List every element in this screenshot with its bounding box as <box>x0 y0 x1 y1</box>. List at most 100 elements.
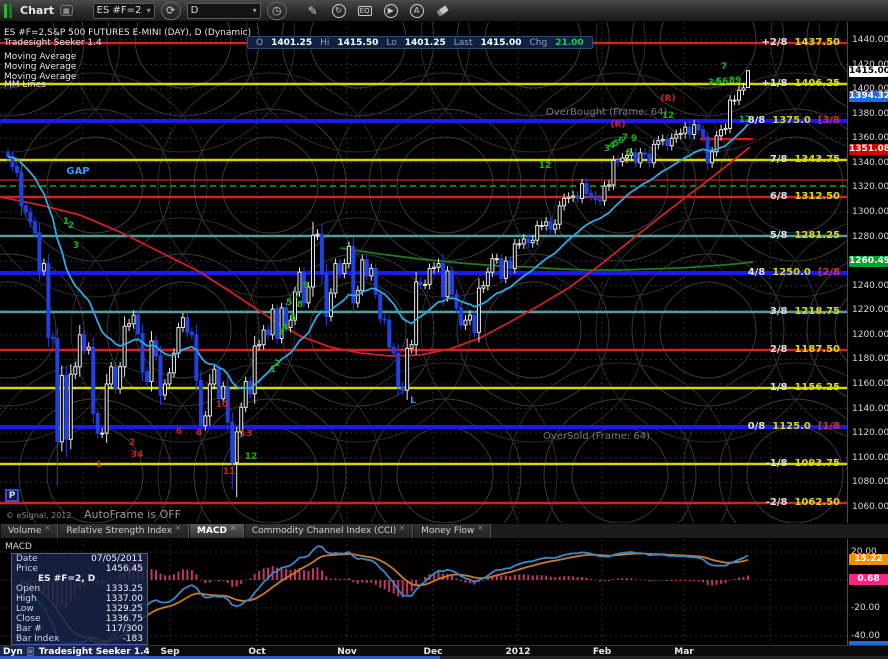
price-tag: 1415.00 <box>849 65 888 77</box>
toolbar: Chart ▦ ES #F=2 ▾ ⟳ D ▾ ◷ ✎ ↻ EQ ▶ A <box>0 0 888 22</box>
price-axis-label: 1380.00 <box>852 108 888 119</box>
tab-volume[interactable]: Volume × <box>0 524 59 538</box>
status-icon[interactable]: ≡ <box>26 647 34 656</box>
chevron-down-icon: ▾ <box>252 6 257 15</box>
price-axis-label: 1360.00 <box>852 133 888 144</box>
data-window-row: Open 1333.25 <box>16 584 143 594</box>
data-window-row: Bar #117/300 <box>16 624 143 634</box>
price-axis-label: 1300.00 <box>852 206 888 217</box>
svg-text:12: 12 <box>539 161 552 171</box>
redo-icon[interactable]: ↻ <box>329 2 349 20</box>
svg-text:5: 5 <box>286 298 292 308</box>
mm-level-row: 8/8 1375.0 [3/8 <box>747 115 840 126</box>
svg-text:1: 1 <box>96 460 102 470</box>
data-window-row: Date 07/05/2011 <box>16 554 143 564</box>
data-window-row: ES #F=2, D <box>38 574 96 584</box>
data-window-row: Close 1336.75 <box>16 614 143 624</box>
quote-label: Hi <box>320 37 330 48</box>
close-icon[interactable]: × <box>477 524 483 532</box>
svg-text:2: 2 <box>274 359 280 369</box>
time-icon[interactable]: ◷ <box>266 1 287 20</box>
indicator-tabs: Volume × Relative Strength Index × MACD × Comm… <box>0 523 888 539</box>
tab-macd[interactable]: MACD × <box>188 524 244 538</box>
window-badge-icon[interactable]: ▦ <box>60 5 73 16</box>
svg-text:8: 8 <box>297 300 303 310</box>
quote-label: Last <box>453 37 473 48</box>
mm-level-row: +1/8 1406.25 <box>761 78 841 89</box>
play-icon[interactable]: ▶ <box>381 2 401 20</box>
svg-text:10: 10 <box>216 400 229 410</box>
mm-level-row: 7/8 1343.75 <box>769 154 840 165</box>
auto-icon[interactable]: A <box>407 2 427 20</box>
chart-window: Chart ▦ ES #F=2 ▾ ⟳ D ▾ ◷ ✎ ↻ EQ ▶ A 1 2 3 12… <box>0 0 888 659</box>
price-axis-label: 1240.00 <box>852 280 888 291</box>
mm-level-row: -2/8 1062.50 <box>765 497 840 508</box>
price-axis-label: 1340.00 <box>852 157 888 168</box>
svg-text:56: 56 <box>716 77 729 87</box>
quote-value: 1401.25 <box>404 37 446 48</box>
svg-text:9: 9 <box>631 134 637 144</box>
price-tag: 1351.08 <box>849 144 888 156</box>
price-axis-label: 1160.00 <box>852 378 888 389</box>
tab-commodity-channel-index-cci-[interactable]: Commodity Channel Index (CCI) × <box>243 524 414 538</box>
tab-money-flow[interactable]: Money Flow × <box>413 524 492 538</box>
macd-axis[interactable]: 20.00 -20.00 -40.00 15.22 0.68 <box>847 539 888 645</box>
indicator-label: Moving Average <box>4 52 77 62</box>
macd-title: MACD <box>5 542 32 552</box>
svg-text:(R): (R) <box>610 120 625 130</box>
price-chart: 1231212345678912345678912 12345678912346 8… <box>0 22 847 523</box>
svg-text:8: 8 <box>626 148 632 158</box>
overbought-label: OverBought (Frame: 64) <box>546 107 668 118</box>
oversold-label: OverSold (Frame: 64) <box>543 431 651 442</box>
interval-select[interactable]: D ▾ <box>186 2 261 19</box>
svg-text:34: 34 <box>131 450 144 460</box>
price-tag: 1394.32 <box>849 91 888 103</box>
status-indicator-name: Tradesight Seeker 1.4 <box>38 646 150 657</box>
macd-axis-label: -20.00 <box>851 603 881 613</box>
moving-averages <box>0 146 754 357</box>
autoframe-status: AutoFrame is OFF <box>84 508 181 521</box>
macd-tag: 15.22 <box>849 553 888 565</box>
price-axis-label: 1440.00 <box>852 34 888 45</box>
quote-value: 1415.00 <box>480 37 522 48</box>
svg-text:2: 2 <box>129 438 135 448</box>
tab-relative-strength-index[interactable]: Relative Strength Index × <box>58 524 189 538</box>
svg-text:7: 7 <box>622 133 628 143</box>
page-badge[interactable]: P <box>5 489 19 502</box>
svg-text:12: 12 <box>245 452 258 462</box>
close-icon[interactable]: × <box>230 524 236 532</box>
close-icon[interactable]: × <box>175 524 181 532</box>
quote-value: 1401.25 <box>271 37 313 48</box>
price-axis-label: 1120.00 <box>852 428 888 439</box>
symbol-settings-icon[interactable]: ⟳ <box>160 1 181 20</box>
svg-text:13: 13 <box>240 429 253 439</box>
price-axis[interactable]: 1440.00 1420.00 1400.00 1380.00 1360.00 1340.… <box>847 22 888 523</box>
data-window-row: Price 1456.45 <box>16 564 143 574</box>
quote-bar: O 1401.25 Hi 1415.50 Lo 1401.25 Last 1415.00 Chg… <box>247 36 593 49</box>
symbol-select[interactable]: ES #F=2 ▾ <box>92 2 155 19</box>
svg-text:11: 11 <box>223 467 236 477</box>
data-window-row: Low 1329.25 <box>16 604 143 614</box>
svg-text:2: 2 <box>68 221 74 231</box>
svg-text:6: 6 <box>176 427 182 437</box>
quote-label: Lo <box>386 37 397 48</box>
close-icon[interactable]: × <box>44 524 50 532</box>
svg-text:89: 89 <box>729 76 742 86</box>
eraser-icon[interactable] <box>433 2 453 20</box>
price-axis-label: 1220.00 <box>852 305 888 316</box>
main-chart-canvas[interactable]: 1 2 3 12 1 2 3 4 5 6 7 8 9 12 3 4 5 6 7 8 9 12 12 34 56 7 89 1 2 34 6 8… <box>0 22 847 523</box>
page-indicator-icon <box>4 3 12 18</box>
svg-text:6: 6 <box>290 313 296 323</box>
svg-text:(R): (R) <box>660 94 675 104</box>
draw-pencil-icon[interactable]: ✎ <box>303 2 323 20</box>
mm-level-row: 6/8 1312.50 <box>769 191 840 202</box>
svg-text:7: 7 <box>721 62 727 72</box>
indicator-label: Moving Average <box>4 62 77 72</box>
price-axis-label: 1140.00 <box>852 403 888 414</box>
mm-level-row: +2/8 1437.50 <box>761 37 841 48</box>
macd-panel[interactable]: MACD Date 07/05/2011 Price 1456.45 ES #F=2, … <box>0 539 847 645</box>
price-axis-label: 1080.00 <box>852 477 888 488</box>
quote-box-icon[interactable]: EQ <box>355 2 375 20</box>
close-icon[interactable]: × <box>399 524 405 532</box>
svg-text:9: 9 <box>303 281 309 291</box>
